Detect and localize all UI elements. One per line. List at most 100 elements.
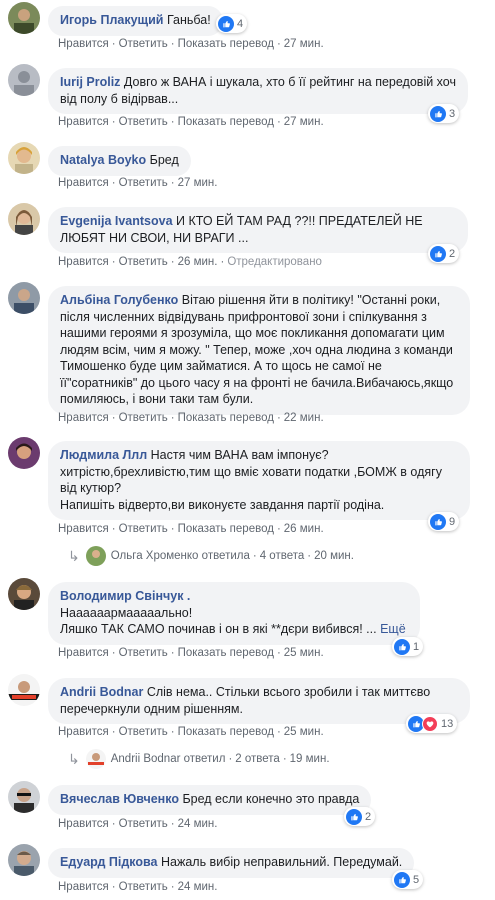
reactions-summary[interactable]: 5 bbox=[392, 870, 424, 889]
avatar[interactable] bbox=[8, 844, 40, 876]
comment-actions: Нравится · Ответить · Показать перевод · 25 ми… bbox=[58, 647, 324, 659]
comment-actions: Нравится · Ответить · Показать перевод · 27 ми… bbox=[58, 116, 324, 128]
replies-summary[interactable]: ↳ Andrii Bodnar ответил · 2 ответа · 19 мин. bbox=[68, 749, 330, 769]
comment-author[interactable]: Игорь Плакущий bbox=[60, 13, 163, 27]
comment-author[interactable]: Evgenija Ivantsova bbox=[60, 214, 173, 228]
comment-time[interactable]: 25 мин. bbox=[284, 647, 324, 659]
comment-author[interactable]: Альбіна Голубенко bbox=[60, 293, 178, 307]
reaction-count: 13 bbox=[441, 717, 454, 730]
translate-link[interactable]: Показать перевод bbox=[178, 726, 274, 738]
reactions-summary[interactable]: 1 bbox=[392, 637, 424, 656]
comment-text-line-1: Наааааармааааально! bbox=[60, 605, 193, 620]
replies-time: 20 мин. bbox=[314, 550, 354, 562]
translate-link[interactable]: Показать перевод bbox=[178, 647, 274, 659]
thumbs-up-icon bbox=[430, 245, 446, 262]
comment-author[interactable]: Володимир Свінчук . bbox=[60, 589, 190, 603]
translate-link[interactable]: Показать перевод bbox=[178, 116, 274, 128]
comment-time[interactable]: 27 мин. bbox=[284, 116, 324, 128]
reply-link[interactable]: Ответить bbox=[119, 38, 168, 50]
comment-author[interactable]: Iurij Proliz bbox=[60, 75, 120, 89]
comment-author[interactable]: Вячеслав Ювченко bbox=[60, 792, 179, 806]
reactions-summary[interactable]: 4 bbox=[216, 14, 248, 33]
avatar[interactable] bbox=[85, 546, 106, 566]
comment-author[interactable]: Natalya Boyko bbox=[60, 153, 146, 167]
like-link[interactable]: Нравится bbox=[58, 177, 109, 189]
replies-summary[interactable]: ↳ Ольга Хроменко ответила · 4 ответа · 20 ми… bbox=[68, 546, 354, 566]
like-link[interactable]: Нравится bbox=[58, 647, 109, 659]
reply-link[interactable]: Ответить bbox=[119, 523, 168, 535]
reply-link[interactable]: Ответить bbox=[119, 177, 168, 189]
reactions-summary[interactable]: 9 bbox=[428, 512, 460, 531]
reply-link[interactable]: Ответить bbox=[119, 881, 168, 893]
avatar[interactable] bbox=[8, 282, 40, 314]
reply-link[interactable]: Ответить bbox=[119, 726, 168, 738]
comment-text: Бред если конечно это правда bbox=[182, 792, 360, 806]
replies-author[interactable]: Ольга Хроменко bbox=[111, 550, 199, 562]
like-link[interactable]: Нравится bbox=[58, 818, 109, 830]
like-link[interactable]: Нравится bbox=[58, 116, 109, 128]
comment-author[interactable]: Едуард Підкова bbox=[60, 855, 158, 869]
reply-link[interactable]: Ответить bbox=[119, 647, 168, 659]
comment-actions: Нравится · Ответить · 26 мин. · Отредактирован… bbox=[58, 256, 322, 268]
comment-time[interactable]: 25 мин. bbox=[284, 726, 324, 738]
reply-link[interactable]: Ответить bbox=[119, 818, 168, 830]
avatar[interactable] bbox=[8, 203, 40, 235]
like-link[interactable]: Нравится bbox=[58, 726, 109, 738]
comment-time[interactable]: 24 мин. bbox=[178, 818, 218, 830]
replies-author[interactable]: Andrii Bodnar bbox=[111, 753, 181, 765]
comment-bubble: Natalya Boyko Бред bbox=[48, 146, 191, 176]
reply-link[interactable]: Ответить bbox=[119, 116, 168, 128]
reactions-summary[interactable]: 13 bbox=[406, 714, 458, 733]
avatar[interactable] bbox=[85, 749, 106, 769]
avatar[interactable] bbox=[8, 2, 40, 34]
comment-actions: Нравится · Ответить · 27 мин. bbox=[58, 177, 218, 189]
avatar[interactable] bbox=[8, 674, 40, 706]
reactions-summary[interactable]: 3 bbox=[428, 104, 460, 123]
avatar[interactable] bbox=[8, 142, 40, 174]
heart-icon bbox=[422, 715, 438, 732]
translate-link[interactable]: Показать перевод bbox=[178, 38, 274, 50]
comment-bubble: Andrii Bodnar Слів нема.. Стільки всього… bbox=[48, 678, 470, 724]
comment-bubble: Людмила Ллл Настя чим ВАНА вам імпонує? … bbox=[48, 441, 470, 520]
avatar[interactable] bbox=[8, 578, 40, 610]
comment-time[interactable]: 24 мин. bbox=[178, 881, 218, 893]
replies-count[interactable]: 4 ответа bbox=[260, 550, 305, 562]
comment-time[interactable]: 26 мин. bbox=[284, 523, 324, 535]
reaction-count: 2 bbox=[449, 247, 456, 260]
like-link[interactable]: Нравится bbox=[58, 412, 109, 424]
comment-time[interactable]: 26 мин. bbox=[178, 256, 218, 268]
translate-link[interactable]: Показать перевод bbox=[178, 412, 274, 424]
comment-actions: Нравится · Ответить · Показать перевод · 27 ми… bbox=[58, 38, 324, 50]
comment-text-line-3: Напишіть відверто,ви виконуєте завдання … bbox=[60, 497, 385, 512]
reactions-summary[interactable]: 2 bbox=[344, 807, 376, 826]
comment-time[interactable]: 27 мин. bbox=[178, 177, 218, 189]
reaction-count: 2 bbox=[365, 810, 372, 823]
reply-link[interactable]: Ответить bbox=[119, 412, 168, 424]
avatar[interactable] bbox=[8, 781, 40, 813]
reaction-count: 1 bbox=[413, 640, 420, 653]
reply-arrow-icon: ↳ bbox=[68, 547, 80, 564]
like-link[interactable]: Нравится bbox=[58, 881, 109, 893]
comment-text: Нажаль вибір неправильний. Передумай. bbox=[160, 855, 403, 869]
comment-time[interactable]: 27 мин. bbox=[284, 38, 324, 50]
comment-time[interactable]: 22 мин. bbox=[284, 412, 324, 424]
comment-text-line-2: хитрістю,брехливістю,тим що вміє ховати … bbox=[60, 464, 442, 496]
reaction-count: 3 bbox=[449, 107, 456, 120]
comment-text: Довго ж ВАНА і шукала, хто б її рейтинг … bbox=[60, 75, 456, 106]
comment-actions: Нравится · Ответить · Показать перевод · 22 ми… bbox=[58, 412, 324, 424]
like-link[interactable]: Нравится bbox=[58, 523, 109, 535]
reply-link[interactable]: Ответить bbox=[119, 256, 168, 268]
reactions-summary[interactable]: 2 bbox=[428, 244, 460, 263]
see-more-link[interactable]: Ещё bbox=[380, 622, 406, 636]
translate-link[interactable]: Показать перевод bbox=[178, 523, 274, 535]
avatar[interactable] bbox=[8, 437, 40, 469]
replies-count[interactable]: 2 ответа bbox=[235, 753, 280, 765]
thumbs-up-icon bbox=[430, 513, 446, 530]
comment-author[interactable]: Людмила Ллл bbox=[60, 448, 147, 462]
edited-label[interactable]: Отредактировано bbox=[227, 256, 322, 268]
like-link[interactable]: Нравится bbox=[58, 38, 109, 50]
comment-author[interactable]: Andrii Bodnar bbox=[60, 685, 143, 699]
avatar[interactable] bbox=[8, 64, 40, 96]
like-link[interactable]: Нравится bbox=[58, 256, 109, 268]
reply-arrow-icon: ↳ bbox=[68, 750, 80, 767]
